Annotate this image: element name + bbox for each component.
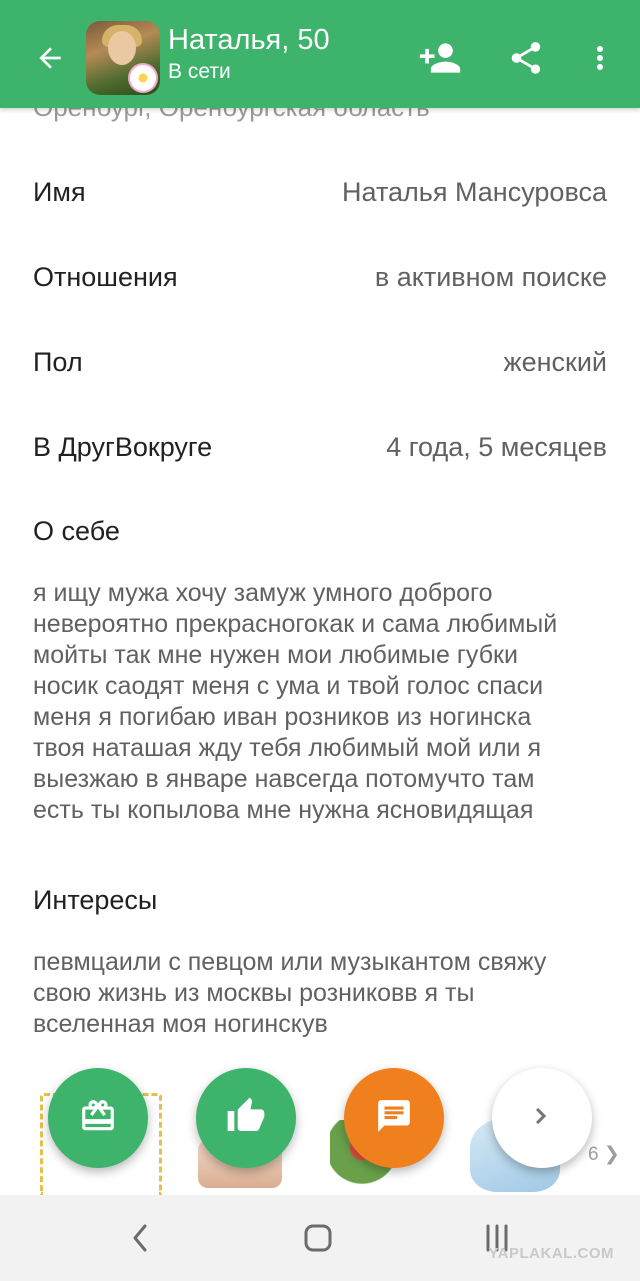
next-profile-button[interactable] [492, 1068, 592, 1168]
nav-home-icon[interactable] [293, 1215, 343, 1261]
about-line: выезжаю в январе навсегда потомучто там [33, 765, 535, 793]
about-title: О себе [33, 516, 120, 546]
profile-row-name: Имя Наталья Мансуровса [33, 172, 607, 212]
chevron-right-icon [524, 1098, 560, 1139]
nav-back-icon[interactable] [115, 1215, 165, 1261]
row-label: Отношения [33, 261, 178, 292]
profile-row-gender: Пол женский [33, 342, 607, 382]
flower-decoration [128, 63, 158, 93]
watermark-text: YAPLAKAL.COM [488, 1245, 614, 1262]
like-button[interactable] [196, 1068, 296, 1168]
person-add-icon[interactable] [418, 36, 462, 80]
profile-title-block[interactable]: Наталья, 50 В сети [168, 22, 330, 86]
profile-row-member-since: В ДругВокруге 4 года, 5 месяцев [33, 427, 607, 467]
interests-line: певмцаили с певцом или музыкантом свяжу [33, 948, 547, 976]
avatar[interactable] [86, 21, 160, 95]
thumbs-up-icon [226, 1096, 266, 1141]
arrow-back-icon[interactable] [30, 38, 70, 78]
app-bar: Наталья, 50 В сети [0, 0, 640, 108]
more-vert-icon[interactable] [578, 36, 622, 80]
about-line: носик саодят меня с ума и твой голос спа… [33, 672, 544, 700]
interests-line: вселенная моя ногинскув [33, 1010, 328, 1038]
about-line: есть ты копылова мне нужна ясновидящая [33, 796, 534, 824]
row-value: 4 года, 5 месяцев [386, 431, 607, 462]
about-line: невероятно прекрасногокак и сама любимый [33, 610, 558, 638]
interests-line: свою жизнь из москвы розниковв я ты [33, 979, 475, 1007]
interests-title: Интересы [33, 885, 158, 915]
message-button[interactable] [344, 1068, 444, 1168]
share-icon[interactable] [504, 36, 548, 80]
row-label: В ДругВокруге [33, 431, 213, 462]
about-text: я ищу мужа хочу замуж умного доброго нев… [33, 578, 623, 826]
row-value: в активном поиске [374, 261, 607, 292]
profile-name-age: Наталья, 50 [168, 24, 330, 56]
row-value: Наталья Мансуровса [342, 176, 607, 207]
online-status: В сети [168, 60, 231, 83]
message-icon [375, 1097, 413, 1140]
gifts-count[interactable]: 6 ❯ [588, 1143, 620, 1166]
gift-icon [79, 1097, 117, 1140]
profile-row-relationship: Отношения в активном поиске [33, 257, 607, 297]
about-line: твоя наташая жду тебя любимый мой или я [33, 734, 542, 762]
system-nav-bar: YAPLAKAL.COM [0, 1195, 640, 1281]
about-line: я ищу мужа хочу замуж умного доброго [33, 579, 493, 607]
send-gift-button[interactable] [48, 1068, 148, 1168]
row-label: Имя [33, 176, 86, 207]
row-value: женский [503, 346, 607, 377]
about-line: меня я погибаю иван розников из ногинска [33, 703, 532, 731]
about-line: мойты так мне нужен мои любимые губки [33, 641, 518, 669]
row-label: Пол [33, 346, 83, 377]
interests-text: певмцаили с певцом или музыкантом свяжу … [33, 947, 623, 1040]
